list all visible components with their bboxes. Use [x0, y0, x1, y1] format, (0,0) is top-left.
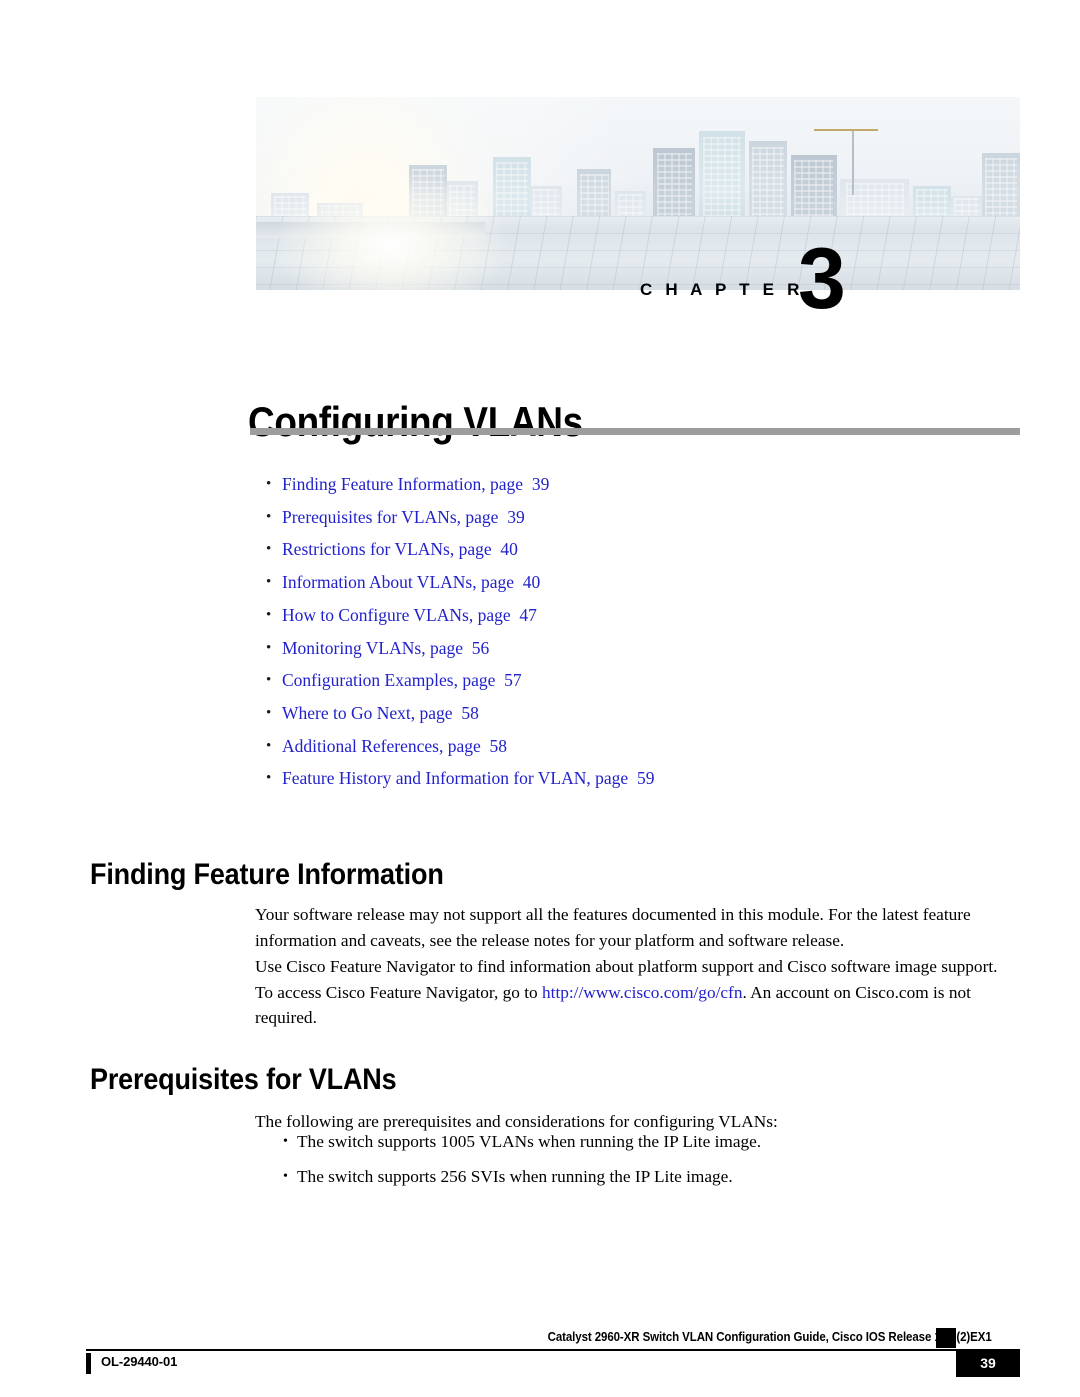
bullet-icon: • — [266, 476, 272, 492]
toc-item[interactable]: • Finding Feature Information, page 39 — [264, 468, 1004, 501]
page-root: { "chapter": { "label": "C H A P T E R",… — [0, 0, 1080, 1397]
toc-separator: , — [468, 604, 474, 625]
toc-separator: , — [410, 702, 416, 723]
title-divider — [250, 428, 1020, 435]
section-heading-finding-feature-information: Finding Feature Information — [90, 857, 444, 891]
toc-page-number: 58 — [461, 702, 479, 723]
toc-item[interactable]: • Prerequisites for VLANs, page 39 — [264, 501, 1004, 534]
toc-item[interactable]: • Feature History and Information for VLA… — [264, 762, 1004, 795]
toc-item[interactable]: • Where to Go Next, page 58 — [264, 697, 1004, 730]
toc-item[interactable]: • Configuration Examples, page 57 — [264, 664, 1004, 697]
banner-plaza — [256, 216, 1020, 290]
toc-page-number: 58 — [489, 735, 508, 756]
section-heading-prerequisites-for-vlans: Prerequisites for VLANs — [90, 1062, 397, 1096]
toc-page-number: 57 — [504, 670, 522, 691]
bullet-icon: • — [266, 672, 272, 689]
toc-page-word: page — [480, 572, 515, 593]
toc-page-number: 56 — [471, 637, 490, 658]
toc-item[interactable]: • Restrictions for VLANs, page 40 — [264, 533, 1004, 566]
toc-page-number: 40 — [500, 539, 518, 560]
toc-page-word: page — [419, 702, 453, 723]
paragraph-finding-feature-information-2: Use Cisco Feature Navigator to find info… — [255, 954, 1003, 1031]
bullet-icon: • — [283, 1134, 288, 1149]
toc-page-word: page — [595, 768, 629, 789]
bullet-icon: • — [266, 737, 272, 754]
toc-link[interactable]: Where to Go Next — [282, 703, 411, 723]
footer-doc-id-marker — [86, 1353, 91, 1374]
bullet-icon: • — [266, 770, 272, 787]
toc-separator: , — [586, 768, 591, 789]
toc-separator: , — [421, 637, 426, 658]
bullet-icon: • — [266, 639, 272, 656]
list-item-text: The switch supports 1005 VLANs when runn… — [297, 1132, 762, 1151]
toc-page-word: page — [462, 670, 496, 691]
toc-page-word: page — [429, 637, 463, 658]
list-item-text: The switch supports 256 SVIs when runnin… — [297, 1167, 733, 1186]
footer-page-number: 39 — [980, 1355, 996, 1371]
list-item: • The switch supports 256 SVIs when runni… — [283, 1159, 1003, 1194]
construction-crane — [813, 129, 878, 195]
toc-page-word: page — [458, 539, 492, 560]
chapter-label: C H A P T E R — [640, 280, 804, 299]
footer-guide-title: Catalyst 2960-XR Switch VLAN Configurati… — [547, 1330, 992, 1344]
footer-corner-marker — [936, 1328, 956, 1348]
toc-page-number: 40 — [522, 572, 541, 593]
toc-link[interactable]: Configuration Examples — [282, 670, 454, 690]
bullet-icon: • — [266, 541, 272, 558]
toc-page-number: 39 — [531, 474, 550, 494]
toc-link[interactable]: Information About VLANs — [282, 572, 472, 592]
toc-page-word: page — [477, 604, 511, 625]
chapter-number: 3 — [798, 231, 846, 327]
toc-separator: , — [449, 539, 455, 560]
toc-page-word: page — [465, 506, 499, 527]
toc-item[interactable]: • Monitoring VLANs, page 56 — [264, 632, 1004, 665]
toc-separator: , — [438, 735, 444, 756]
bullet-icon: • — [266, 508, 272, 525]
bullet-icon: • — [283, 1169, 288, 1184]
page-title: Configuring VLANs — [248, 398, 583, 446]
paragraph-finding-feature-information-1: Your software release may not support al… — [255, 905, 971, 950]
bullet-icon: • — [266, 574, 272, 591]
toc-separator: , — [472, 572, 477, 593]
toc-item[interactable]: • Additional References, page 58 — [264, 730, 1004, 763]
toc-item[interactable]: • How to Configure VLANs, page 47 — [264, 599, 1004, 632]
toc-page-word: page — [490, 474, 524, 494]
cisco-feature-navigator-link[interactable]: http://www.cisco.com/go/cfn — [542, 983, 742, 1002]
toc-separator: , — [453, 670, 458, 691]
bullet-icon: • — [266, 606, 272, 623]
toc-link[interactable]: Monitoring VLANs — [282, 638, 421, 658]
list-item: • The switch supports 1005 VLANs when run… — [283, 1124, 1003, 1159]
banner-railing — [256, 222, 486, 238]
toc-page-word: page — [447, 735, 481, 756]
toc-link[interactable]: Additional References — [282, 736, 439, 756]
toc-link[interactable]: Prerequisites for VLANs — [282, 507, 457, 527]
chapter-banner-image — [256, 97, 1020, 290]
toc-link[interactable]: Feature History and Information for VLAN — [282, 768, 586, 788]
toc-item[interactable]: • Information About VLANs, page 40 — [264, 566, 1004, 599]
toc-separator: , — [481, 474, 486, 494]
toc-link[interactable]: Finding Feature Information — [282, 474, 481, 494]
toc-link[interactable]: Restrictions for VLANs — [282, 539, 450, 559]
toc-separator: , — [456, 506, 462, 527]
bullet-icon: • — [266, 704, 272, 721]
toc-page-number: 47 — [519, 604, 537, 625]
toc-page-number: 39 — [507, 506, 525, 527]
toc-page-number: 59 — [636, 768, 655, 789]
footer-divider — [86, 1349, 1020, 1351]
prerequisites-bullet-list: • The switch supports 1005 VLANs when run… — [283, 1124, 1003, 1194]
footer-doc-id: OL-29440-01 — [101, 1354, 178, 1369]
toc-link[interactable]: How to Configure VLANs — [282, 605, 469, 625]
chapter-toc-list: • Finding Feature Information, page 39 • P… — [264, 468, 1004, 795]
